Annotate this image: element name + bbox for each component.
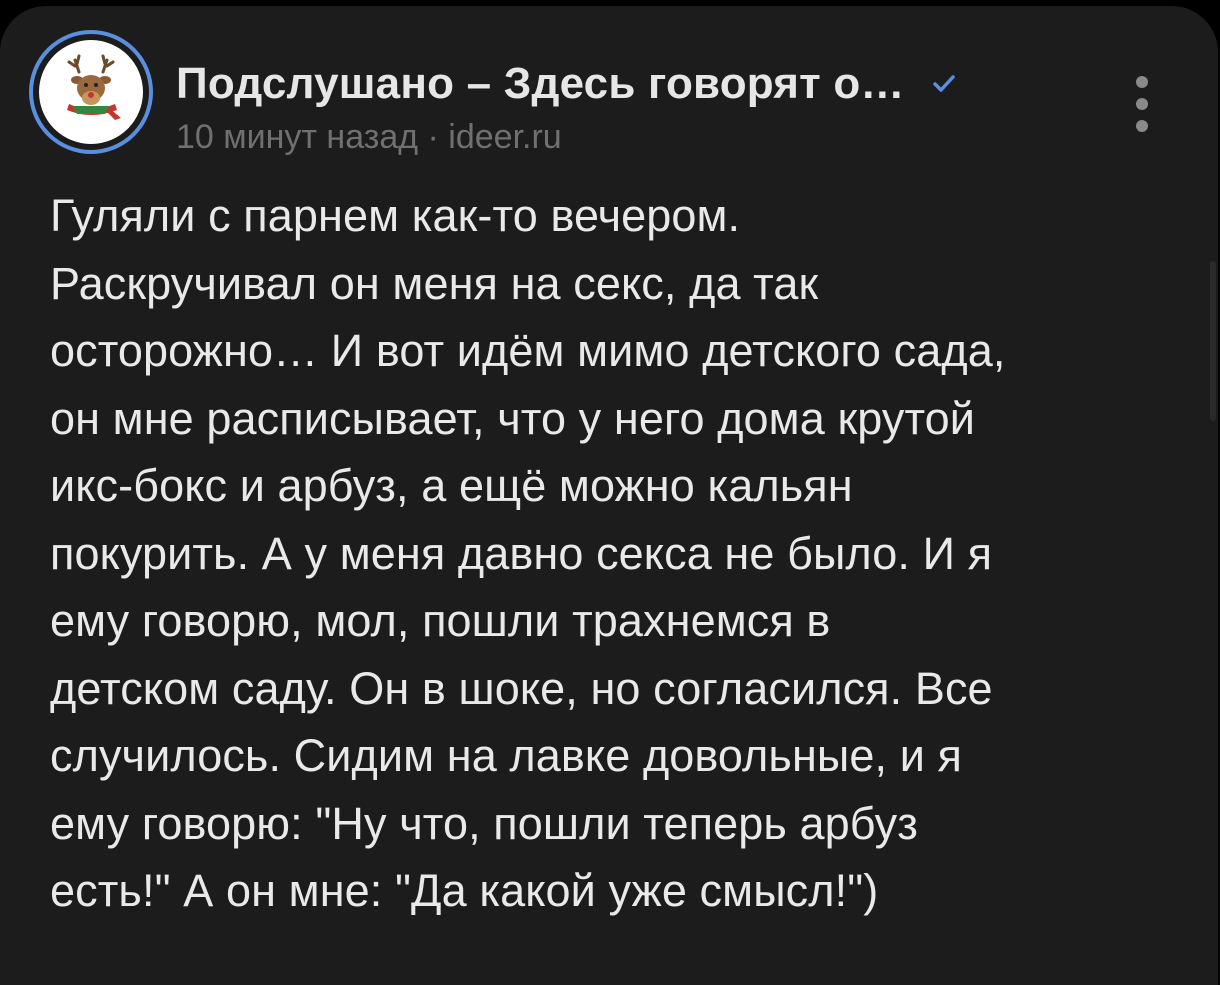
post-line: ему говорю, мол, пошли трахнемся в	[50, 595, 831, 646]
post-line: Гуляли с парнем как-то вечером.	[50, 190, 741, 241]
post-line: есть!" А он мне: "Да какой уже смысл!")	[50, 865, 879, 916]
vertical-dots-icon[interactable]	[1124, 76, 1160, 132]
post-line: осторожно… И вот идём мимо детского сада…	[50, 325, 1006, 376]
scrollbar[interactable]	[1210, 261, 1216, 421]
author-avatar[interactable]	[29, 30, 153, 154]
post-body: Гуляли с парнем как-то вечером. Раскручи…	[50, 182, 1190, 925]
post-line: детском саду. Он в шоке, но согласился. …	[50, 662, 993, 714]
post-card: Подслушано – Здесь говорят о… 10 минут н…	[0, 6, 1218, 985]
dot	[1136, 120, 1148, 132]
post-line: случилось. Сидим на лавке довольные, и я	[50, 730, 962, 781]
post-header: Подслушано – Здесь говорят о…	[176, 56, 959, 112]
post-line: икс-бокс и арбуз, а ещё можно кальян	[50, 460, 853, 511]
reindeer-logo-icon	[39, 40, 143, 144]
dot	[1136, 76, 1148, 88]
post-line: покурить. А у меня давно секса не было. …	[50, 527, 993, 579]
post-line: он мне расписывает, что у него дома крут…	[50, 392, 976, 444]
post-meta: 10 минут назад · ideer.ru	[176, 118, 562, 156]
post-line: ему говорю: "Ну что, пошли теперь арбуз	[50, 797, 918, 849]
author-name[interactable]: Подслушано – Здесь говорят о…	[176, 59, 905, 109]
post-line: Раскручивал он меня на секс, да так	[50, 257, 819, 309]
check-icon	[929, 69, 959, 99]
dot	[1136, 98, 1148, 110]
